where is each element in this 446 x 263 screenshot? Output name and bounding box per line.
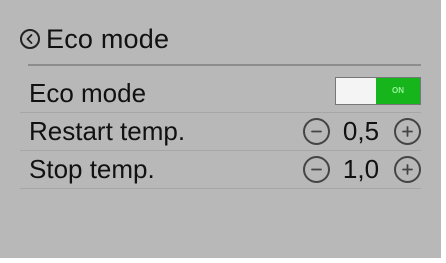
minus-icon <box>311 130 322 133</box>
stop-temp-minus-button[interactable] <box>303 156 330 183</box>
stop-temp-value: 1,0 <box>342 154 380 184</box>
minus-icon <box>311 168 322 171</box>
stop-temp-plus-button[interactable] <box>394 156 421 183</box>
eco-mode-screen: Eco mode Eco mode ON Restart temp. 0,5 S… <box>0 0 441 258</box>
plus-icon <box>402 126 413 137</box>
stop-temp-row: Stop temp. 1,0 <box>20 151 421 187</box>
restart-temp-row: Restart temp. 0,5 <box>20 113 421 149</box>
back-button[interactable] <box>20 29 40 49</box>
stop-temp-stepper: 1,0 <box>303 153 421 185</box>
header: Eco mode <box>0 0 441 64</box>
toggle-off-area <box>336 78 376 104</box>
stop-temp-label: Stop temp. <box>29 154 155 184</box>
header-divider <box>28 64 421 66</box>
restart-temp-value: 0,5 <box>342 116 380 146</box>
eco-mode-row: Eco mode ON <box>20 75 421 111</box>
restart-temp-label: Restart temp. <box>29 116 186 146</box>
plus-icon <box>402 164 413 175</box>
chevron-left-icon <box>26 34 33 44</box>
eco-mode-label: Eco mode <box>29 78 147 108</box>
toggle-on-label: ON <box>376 78 420 104</box>
restart-temp-stepper: 0,5 <box>303 115 421 147</box>
eco-mode-toggle[interactable]: ON <box>335 77 421 105</box>
restart-temp-minus-button[interactable] <box>303 118 330 145</box>
restart-temp-plus-button[interactable] <box>394 118 421 145</box>
page-title: Eco mode <box>46 24 170 54</box>
row-divider <box>20 188 421 189</box>
